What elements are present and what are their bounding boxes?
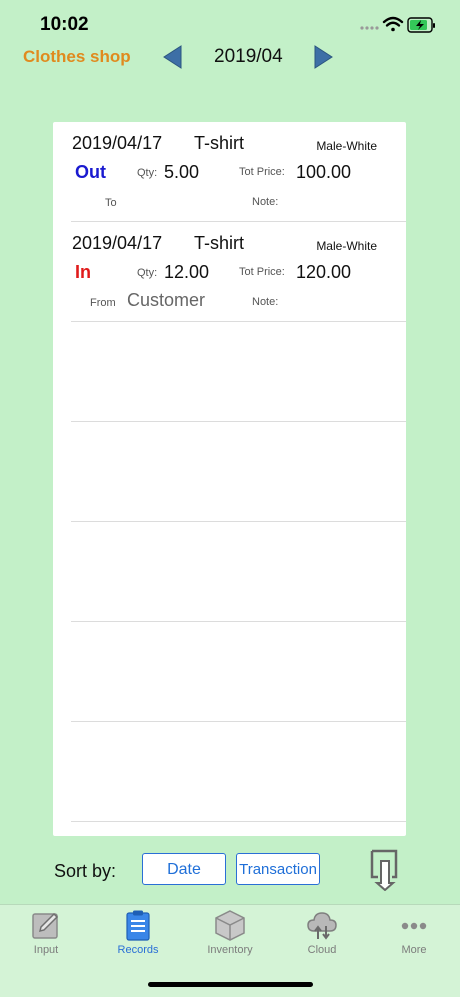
- record-tot-price: 100.00: [296, 162, 352, 182]
- period-label: 2019/04: [214, 46, 283, 67]
- export-button[interactable]: [366, 847, 406, 892]
- more-icon: [401, 922, 427, 930]
- tot-price-label: Tot Price:: [239, 166, 285, 178]
- box-icon: [215, 910, 245, 941]
- record-tot-price: 120.00: [296, 262, 352, 282]
- clipboard-icon: [126, 910, 150, 941]
- record-row[interactable]: 2019/04/17 T-shirt Male-White In Qty: 12…: [53, 222, 406, 322]
- tot-price-label: Tot Price:: [239, 266, 285, 278]
- record-variant: Male-White: [316, 239, 377, 253]
- tab-records[interactable]: Records: [92, 905, 184, 965]
- tab-cloud[interactable]: Cloud: [276, 905, 368, 965]
- record-qty: 12.00: [164, 262, 210, 282]
- row-divider: [71, 821, 406, 822]
- record-date: 2019/04/17: [72, 233, 163, 253]
- record-item: T-shirt: [194, 133, 245, 153]
- next-period-button[interactable]: [311, 44, 335, 70]
- cellular-icon: [360, 26, 379, 30]
- home-indicator: [148, 982, 313, 987]
- empty-row: [53, 722, 406, 822]
- status-icons: [358, 14, 438, 36]
- note-label: Note:: [252, 196, 279, 208]
- note-label: Note:: [252, 296, 279, 308]
- triangle-left-icon: [163, 45, 182, 69]
- party-label: From: [90, 297, 116, 309]
- tab-label: Cloud: [307, 944, 337, 956]
- record-item: T-shirt: [194, 233, 245, 253]
- tab-input[interactable]: Input: [0, 905, 92, 965]
- record-party: Customer: [127, 290, 206, 310]
- record-type: Out: [75, 162, 106, 182]
- status-time: 10:02: [40, 14, 89, 35]
- empty-row: [53, 622, 406, 722]
- shop-name[interactable]: Clothes shop: [23, 47, 131, 67]
- record-date: 2019/04/17: [72, 133, 163, 153]
- sort-by-label: Sort by:: [54, 861, 117, 881]
- tab-label: More: [401, 944, 427, 956]
- empty-row: [53, 322, 406, 422]
- record-variant: Male-White: [316, 139, 377, 153]
- qty-label: Qty:: [137, 167, 158, 179]
- cloud-icon: [307, 912, 337, 940]
- sort-transaction-button[interactable]: Transaction: [236, 853, 320, 885]
- party-label: To: [105, 197, 117, 209]
- tab-inventory[interactable]: Inventory: [184, 905, 276, 965]
- record-qty: 5.00: [164, 162, 200, 182]
- triangle-right-icon: [314, 45, 333, 69]
- sort-date-button[interactable]: Date: [142, 853, 226, 885]
- qty-label: Qty:: [137, 267, 158, 279]
- prev-period-button[interactable]: [161, 44, 185, 70]
- tab-label: Inventory: [207, 944, 253, 956]
- record-type: In: [75, 262, 91, 282]
- wifi-icon: [382, 16, 404, 32]
- export-icon: [370, 849, 398, 892]
- tab-more[interactable]: More: [368, 905, 460, 965]
- battery-icon: [407, 17, 435, 33]
- tab-label: Records: [117, 944, 159, 956]
- records-list: 2019/04/17 T-shirt Male-White Out Qty: 5…: [53, 122, 406, 836]
- tab-label: Input: [33, 944, 59, 956]
- empty-row: [53, 422, 406, 522]
- edit-icon: [32, 912, 59, 939]
- empty-row: [53, 522, 406, 622]
- record-row[interactable]: 2019/04/17 T-shirt Male-White Out Qty: 5…: [53, 122, 406, 222]
